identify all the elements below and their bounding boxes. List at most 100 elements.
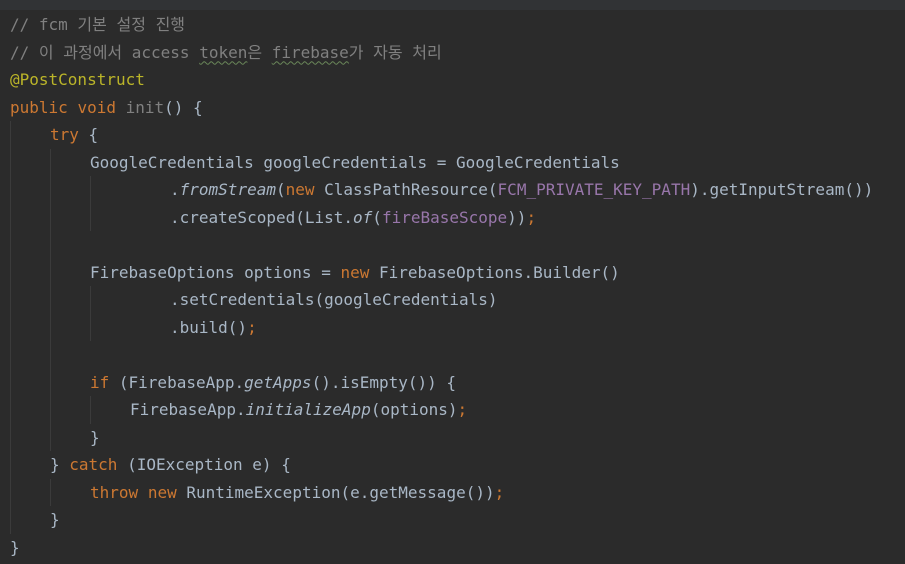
keyword: void [77, 97, 116, 117]
keyword: try [50, 125, 79, 144]
indent-guide [10, 176, 11, 204]
indent-guide [50, 286, 51, 314]
comment-text: // 이 과정에서 access [10, 42, 200, 62]
indent-guide [50, 396, 51, 424]
editor-top-edge [0, 0, 905, 10]
indent-guide [50, 478, 51, 506]
semicolon: ; [457, 400, 468, 419]
code-text: .createScoped(List. [170, 207, 354, 227]
punctuation: )) [507, 207, 527, 227]
code-line-7[interactable]: .fromStream(new ClassPathResource(FCM_PR… [10, 176, 905, 204]
indent-guide [90, 286, 91, 314]
keyword: new [340, 262, 370, 282]
code-line-3[interactable]: @PostConstruct [10, 66, 905, 94]
comment-text: // fcm 기본 설정 진행 [10, 15, 186, 34]
code-line-16[interactable]: } [10, 423, 905, 451]
indent-guide [90, 203, 91, 231]
keyword: throw [90, 482, 139, 502]
indent-guide [10, 286, 11, 314]
static-method: initializeApp [245, 400, 371, 419]
punctuation: } [10, 537, 20, 557]
method-name: init [125, 97, 165, 117]
code-text: . [170, 180, 180, 199]
code-area[interactable]: // fcm 기본 설정 진행 // 이 과정에서 access token은 … [10, 11, 905, 561]
indent-guide [50, 231, 51, 259]
punctuation: () { [164, 97, 203, 117]
punctuation: } [50, 510, 60, 529]
code-line-18[interactable]: throw new RuntimeException(e.getMessage(… [10, 478, 905, 506]
indent-guide [50, 341, 51, 369]
indent-guide [50, 148, 51, 176]
code-text: .setCredentials(googleCredentials) [170, 290, 498, 309]
indent-guide [50, 176, 51, 204]
code-text: FirebaseOptions.Builder() [369, 262, 620, 282]
semicolon: ; [494, 482, 505, 502]
indent-guide [10, 368, 11, 396]
static-method: fromStream [179, 180, 276, 199]
code-line-15[interactable]: FirebaseApp.initializeApp(options); [10, 396, 905, 424]
indent-guide [10, 258, 11, 286]
indent-guide [50, 258, 51, 286]
code-text: ().isEmpty()) { [311, 372, 457, 392]
indent-guide [90, 396, 91, 424]
semicolon: ; [247, 317, 257, 337]
code-line-5[interactable]: try { [10, 121, 905, 149]
indent-guide [50, 203, 51, 231]
semicolon: ; [526, 207, 537, 227]
indent-guide [10, 506, 11, 534]
indent-guide [10, 148, 11, 176]
annotation: @PostConstruct [10, 70, 145, 89]
code-line-19[interactable]: } [10, 506, 905, 534]
keyword: if [90, 372, 110, 392]
code-text: (options) [370, 400, 458, 419]
spelling-flag-token: token [199, 42, 248, 62]
static-method: getApps [244, 372, 312, 392]
comment-text: 가 자동 처리 [348, 42, 442, 62]
indent-guide [10, 396, 11, 424]
indent-guide [50, 313, 51, 341]
keyword: new [147, 482, 177, 502]
code-text: FirebaseApp. [130, 400, 246, 419]
punctuation: { [78, 125, 99, 144]
indent-guide [10, 203, 11, 231]
code-line-12[interactable]: .build(); [10, 313, 905, 341]
indent-guide [10, 451, 11, 479]
code-text: ClassPathResource( [314, 180, 498, 199]
indent-guide [10, 231, 11, 259]
code-line-8[interactable]: .createScoped(List.of(fireBaseScope)); [10, 203, 905, 231]
code-text: (IOException e) { [117, 455, 291, 474]
field: fireBaseScope [381, 207, 508, 227]
indent-guide [90, 176, 91, 204]
indent-guide [10, 341, 11, 369]
indent-guide [90, 313, 91, 341]
code-line-17[interactable]: } catch (IOException e) { [10, 451, 905, 479]
code-line-10[interactable]: FirebaseOptions options = new FirebaseOp… [10, 258, 905, 286]
code-text: GoogleCredentials googleCredentials = Go… [90, 152, 620, 172]
code-line-9[interactable] [10, 231, 905, 259]
code-line-2[interactable]: // 이 과정에서 access token은 firebase가 자동 처리 [10, 39, 905, 67]
indent-guide [10, 423, 11, 451]
code-editor[interactable]: // fcm 기본 설정 진행 // 이 과정에서 access token은 … [0, 0, 905, 564]
code-line-1[interactable]: // fcm 기본 설정 진행 [10, 11, 905, 39]
code-text: FirebaseOptions options = [90, 262, 341, 282]
comment-text: 은 [247, 42, 272, 62]
code-line-14[interactable]: if (FirebaseApp.getApps().isEmpty()) { [10, 368, 905, 396]
indent-guide [10, 478, 11, 506]
punctuation: ( [275, 180, 286, 199]
constant-field: FCM_PRIVATE_KEY_PATH [497, 180, 691, 199]
code-text: .build() [170, 317, 248, 337]
indent-guide [50, 423, 51, 451]
indent-guide [50, 368, 51, 396]
code-text: RuntimeException(e.getMessage()) [176, 482, 495, 502]
code-text: (FirebaseApp. [109, 372, 245, 392]
code-line-4[interactable]: public void init() { [10, 94, 905, 122]
keyword: public [10, 97, 68, 117]
code-line-13[interactable] [10, 341, 905, 369]
indent-guide [10, 121, 11, 149]
code-line-11[interactable]: .setCredentials(googleCredentials) [10, 286, 905, 314]
code-line-20[interactable]: } [10, 534, 905, 562]
code-line-6[interactable]: GoogleCredentials googleCredentials = Go… [10, 148, 905, 176]
